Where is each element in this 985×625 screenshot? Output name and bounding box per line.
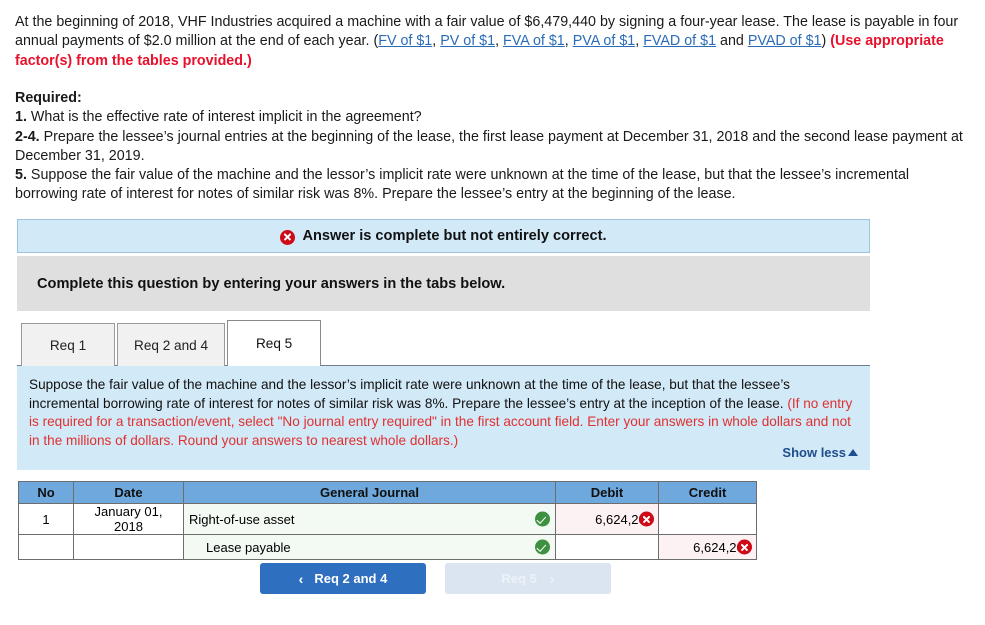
table-row: 1 January 01, 2018 Right-of-use asset 6,… bbox=[18, 503, 757, 535]
problem-statement: At the beginning of 2018, VHF Industries… bbox=[15, 13, 970, 71]
separator-3: , bbox=[564, 33, 573, 50]
column-header-date: Date bbox=[73, 481, 184, 504]
required-heading: Required: bbox=[15, 90, 82, 106]
cell-credit-1[interactable] bbox=[658, 503, 757, 535]
tab-req-5[interactable]: Req 5 bbox=[227, 320, 322, 366]
chevron-up-icon bbox=[848, 449, 858, 457]
problem-text-close: ) bbox=[821, 33, 831, 50]
account-label-2: Lease payable bbox=[206, 539, 291, 555]
check-circle-icon bbox=[535, 539, 550, 555]
link-fv-of-1[interactable]: FV of $1 bbox=[378, 33, 432, 49]
show-less-label: Show less bbox=[782, 445, 846, 461]
show-less-link[interactable]: Show less bbox=[782, 444, 858, 463]
link-fva-of-1[interactable]: FVA of $1 bbox=[503, 33, 565, 49]
instruction-panel: Suppose the fair value of the machine an… bbox=[17, 366, 870, 470]
table-row: Lease payable 6,624,200 bbox=[18, 534, 757, 560]
prev-req-2-and-4-button[interactable]: ‹ Req 2 and 4 bbox=[260, 563, 426, 594]
link-fvad-of-1[interactable]: FVAD of $1 bbox=[643, 33, 716, 49]
required-item-1-text: What is the effective rate of interest i… bbox=[26, 109, 422, 126]
tab-req-2-and-4-label: Req 2 and 4 bbox=[134, 337, 209, 353]
tab-req-5-label: Req 5 bbox=[255, 336, 293, 351]
requirement-tabs: Req 1 Req 2 and 4 Req 5 bbox=[21, 320, 323, 366]
check-circle-icon bbox=[535, 511, 550, 527]
link-pva-of-1[interactable]: PVA of $1 bbox=[573, 33, 636, 49]
table-header-row: No Date General Journal Debit Credit bbox=[18, 481, 757, 504]
tab-req-1[interactable]: Req 1 bbox=[21, 323, 115, 366]
cell-account-2[interactable]: Lease payable bbox=[183, 534, 556, 560]
next-req-5-button[interactable]: Req 5 › bbox=[445, 563, 611, 594]
link-conjunction: and bbox=[716, 33, 748, 50]
cell-debit-2[interactable] bbox=[555, 534, 659, 560]
question-page: At the beginning of 2018, VHF Industries… bbox=[0, 0, 985, 625]
navigation-buttons: ‹ Req 2 and 4 Req 5 › bbox=[260, 563, 611, 594]
required-section: Required: 1. What is the effective rate o… bbox=[15, 89, 970, 205]
chevron-left-icon: ‹ bbox=[298, 570, 304, 587]
complete-question-message: Complete this question by entering your … bbox=[37, 275, 506, 292]
complete-question-strip: Complete this question by entering your … bbox=[17, 256, 870, 311]
column-header-credit: Credit bbox=[658, 481, 757, 504]
cell-no-2 bbox=[18, 534, 74, 560]
link-pvad-of-1[interactable]: PVAD of $1 bbox=[748, 33, 822, 49]
tab-req-1-label: Req 1 bbox=[49, 337, 87, 353]
tab-req-2-and-4[interactable]: Req 2 and 4 bbox=[117, 323, 226, 366]
required-item-3-number: 5. bbox=[15, 167, 27, 184]
instruction-black-text: Suppose the fair value of the machine an… bbox=[29, 377, 790, 411]
cell-credit-2[interactable]: 6,624,200 bbox=[658, 534, 757, 560]
chevron-right-icon: › bbox=[549, 570, 555, 587]
required-item-3-text: Suppose the fair value of the machine an… bbox=[15, 167, 910, 203]
required-item-2-text: Prepare the lessee’s journal entries at … bbox=[15, 128, 963, 164]
column-header-debit: Debit bbox=[555, 481, 659, 504]
separator-2: , bbox=[495, 33, 504, 50]
status-banner-message: Answer is complete but not entirely corr… bbox=[302, 228, 607, 244]
cell-debit-1[interactable]: 6,624,200 bbox=[555, 503, 659, 535]
error-x-circle-icon bbox=[280, 229, 296, 245]
required-item-2-number: 2-4. bbox=[15, 128, 40, 145]
link-pv-of-1[interactable]: PV of $1 bbox=[440, 33, 495, 49]
cell-no-1: 1 bbox=[18, 503, 74, 535]
column-header-general-journal: General Journal bbox=[183, 481, 556, 504]
cell-date-1[interactable]: January 01, 2018 bbox=[73, 503, 184, 535]
required-item-1-number: 1. bbox=[15, 109, 27, 126]
prev-button-label: Req 2 and 4 bbox=[314, 571, 388, 586]
status-banner: Answer is complete but not entirely corr… bbox=[17, 219, 870, 253]
account-label-1: Right-of-use asset bbox=[189, 511, 295, 527]
cell-date-2[interactable] bbox=[73, 534, 184, 560]
error-x-circle-icon bbox=[737, 539, 752, 555]
cell-account-1[interactable]: Right-of-use asset bbox=[183, 503, 556, 535]
separator-4: , bbox=[635, 33, 644, 50]
next-button-label: Req 5 bbox=[501, 571, 537, 586]
journal-entry-table: No Date General Journal Debit Credit 1 J… bbox=[18, 481, 757, 560]
column-header-no: No bbox=[18, 481, 74, 504]
error-x-circle-icon bbox=[639, 511, 654, 527]
